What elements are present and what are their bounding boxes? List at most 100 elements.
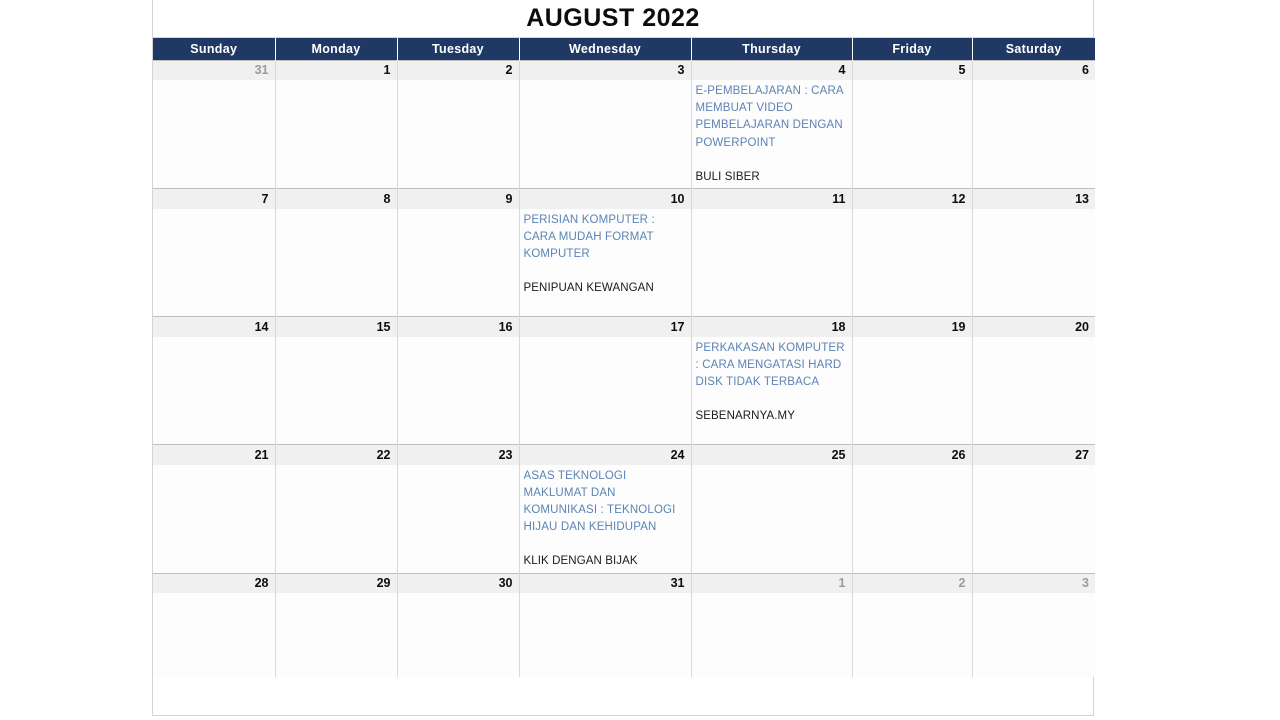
day-cell[interactable]	[274, 336, 398, 445]
weekday-header-saturday: Saturday	[971, 38, 1095, 60]
day-cell[interactable]	[690, 208, 853, 317]
day-cell[interactable]	[274, 80, 398, 189]
weekday-header-monday: Monday	[274, 38, 398, 60]
day-cell[interactable]	[518, 593, 692, 678]
date-number-cell[interactable]: 23	[396, 444, 520, 465]
day-cell[interactable]	[851, 593, 973, 678]
day-cell[interactable]	[274, 464, 398, 574]
calendar-grid: Sunday Monday Tuesday Wednesday Thursday Frid…	[153, 38, 1095, 678]
day-cell[interactable]	[274, 208, 398, 317]
date-number-cell[interactable]: 31	[518, 572, 692, 594]
day-cell[interactable]	[690, 593, 853, 678]
date-number-cell[interactable]: 7	[153, 188, 276, 209]
weekday-header-friday: Friday	[851, 38, 973, 60]
date-number-cell[interactable]: 3	[971, 572, 1095, 594]
date-number-cell[interactable]: 25	[690, 444, 853, 465]
date-number-cell[interactable]: 3	[518, 59, 692, 80]
weekday-header-row: Sunday Monday Tuesday Wednesday Thursday Frid…	[153, 38, 1095, 60]
date-number-cell[interactable]: 20	[971, 316, 1095, 337]
date-number-cell[interactable]: 4	[690, 59, 853, 80]
day-cell[interactable]: PERKAKASAN KOMPUTER : CARA MENGATASI HAR…	[690, 336, 853, 445]
event-entry[interactable]: E-PEMBELAJARAN : CARA MEMBUAT VIDEO PEMB…	[696, 83, 848, 186]
day-cell[interactable]	[396, 593, 520, 678]
date-number-cell[interactable]: 11	[690, 188, 853, 209]
day-cell[interactable]	[153, 336, 276, 445]
day-cell[interactable]	[396, 464, 520, 574]
day-cell[interactable]	[518, 80, 692, 189]
date-number-cell[interactable]: 30	[396, 572, 520, 594]
date-number-cell[interactable]: 2	[851, 572, 973, 594]
day-cell[interactable]	[396, 208, 520, 317]
page-title: AUGUST 2022	[526, 4, 700, 32]
weekday-header-tuesday: Tuesday	[396, 38, 520, 60]
day-cell[interactable]	[851, 464, 973, 574]
weekday-header-thursday: Thursday	[690, 38, 853, 60]
day-cell[interactable]	[153, 464, 276, 574]
day-cell[interactable]	[690, 464, 853, 574]
date-number-cell[interactable]: 21	[153, 444, 276, 465]
day-cell[interactable]	[396, 80, 520, 189]
date-number-cell[interactable]: 27	[971, 444, 1095, 465]
day-cell[interactable]	[153, 80, 276, 189]
event-entry[interactable]: ASAS TEKNOLOGI MAKLUMAT DAN KOMUNIKASI :…	[524, 468, 687, 571]
event-title: ASAS TEKNOLOGI MAKLUMAT DAN KOMUNIKASI :…	[523, 469, 679, 534]
week-content-row: E-PEMBELAJARAN : CARA MEMBUAT VIDEO PEMB…	[153, 80, 1095, 189]
date-number-cell[interactable]: 1	[690, 572, 853, 594]
weekday-header-sunday: Sunday	[153, 38, 276, 60]
date-number-cell[interactable]: 12	[851, 188, 973, 209]
date-number-row: 21 22 23 24 25 26 27	[153, 444, 1095, 465]
day-cell[interactable]	[396, 336, 520, 445]
day-cell[interactable]	[971, 208, 1095, 317]
event-source: PENIPUAN KEWANGAN	[523, 282, 654, 295]
event-source: SEBENARNYA.MY	[695, 410, 795, 423]
event-source: BULI SIBER	[695, 170, 760, 183]
date-number-cell[interactable]: 6	[971, 59, 1095, 80]
date-number-row: 28 29 30 31 1 2 3	[153, 572, 1095, 594]
date-number-cell[interactable]: 14	[153, 316, 276, 337]
event-title: E-PEMBELAJARAN : CARA MEMBUAT VIDEO PEMB…	[695, 85, 847, 149]
day-cell[interactable]	[851, 208, 973, 317]
calendar-frame: AUGUST 2022 Sunday Monday Tuesday Wednesday…	[152, 0, 1095, 716]
week-content-row: ASAS TEKNOLOGI MAKLUMAT DAN KOMUNIKASI :…	[153, 464, 1095, 574]
day-cell[interactable]	[851, 80, 973, 189]
day-cell[interactable]	[971, 464, 1095, 574]
day-cell[interactable]	[851, 336, 973, 445]
date-number-cell[interactable]: 19	[851, 316, 973, 337]
week-content-row: PERISIAN KOMPUTER : CARA MUDAH FORMAT KO…	[153, 208, 1095, 317]
day-cell[interactable]	[153, 593, 276, 678]
date-number-cell[interactable]: 28	[153, 572, 276, 594]
date-number-cell[interactable]: 8	[274, 188, 398, 209]
date-number-cell[interactable]: 9	[396, 188, 520, 209]
date-number-cell[interactable]: 10	[518, 188, 692, 209]
date-number-cell[interactable]: 2	[396, 59, 520, 80]
date-number-cell[interactable]: 29	[274, 572, 398, 594]
day-cell[interactable]	[971, 80, 1095, 189]
event-title: PERKAKASAN KOMPUTER : CARA MENGATASI HAR…	[695, 341, 845, 388]
event-entry[interactable]: PERISIAN KOMPUTER : CARA MUDAH FORMAT KO…	[524, 212, 687, 298]
date-number-cell[interactable]: 15	[274, 316, 398, 337]
day-cell[interactable]	[971, 336, 1095, 445]
date-number-cell[interactable]: 16	[396, 316, 520, 337]
date-number-cell[interactable]: 17	[518, 316, 692, 337]
date-number-cell[interactable]: 5	[851, 59, 973, 80]
calendar-title-bar: AUGUST 2022	[153, 0, 1093, 38]
date-number-row: 14 15 16 17 18 19 20	[153, 316, 1095, 337]
event-title: PERISIAN KOMPUTER : CARA MUDAH FORMAT KO…	[523, 213, 659, 260]
date-number-cell[interactable]: 24	[518, 444, 692, 465]
day-cell[interactable]: E-PEMBELAJARAN : CARA MEMBUAT VIDEO PEMB…	[690, 80, 853, 189]
day-cell[interactable]: ASAS TEKNOLOGI MAKLUMAT DAN KOMUNIKASI :…	[518, 464, 692, 574]
date-number-cell[interactable]: 1	[274, 59, 398, 80]
date-number-row: 31 1 2 3 4 5 6	[153, 59, 1095, 80]
date-number-cell[interactable]: 31	[153, 59, 276, 80]
day-cell[interactable]: PERISIAN KOMPUTER : CARA MUDAH FORMAT KO…	[518, 208, 692, 317]
day-cell[interactable]	[153, 208, 276, 317]
event-entry[interactable]: PERKAKASAN KOMPUTER : CARA MENGATASI HAR…	[696, 340, 848, 426]
day-cell[interactable]	[971, 593, 1095, 678]
date-number-cell[interactable]: 13	[971, 188, 1095, 209]
date-number-cell[interactable]: 18	[690, 316, 853, 337]
date-number-cell[interactable]: 26	[851, 444, 973, 465]
date-number-cell[interactable]: 22	[274, 444, 398, 465]
day-cell[interactable]	[274, 593, 398, 678]
day-cell[interactable]	[518, 336, 692, 445]
date-number-row: 7 8 9 10 11 12 13	[153, 188, 1095, 209]
